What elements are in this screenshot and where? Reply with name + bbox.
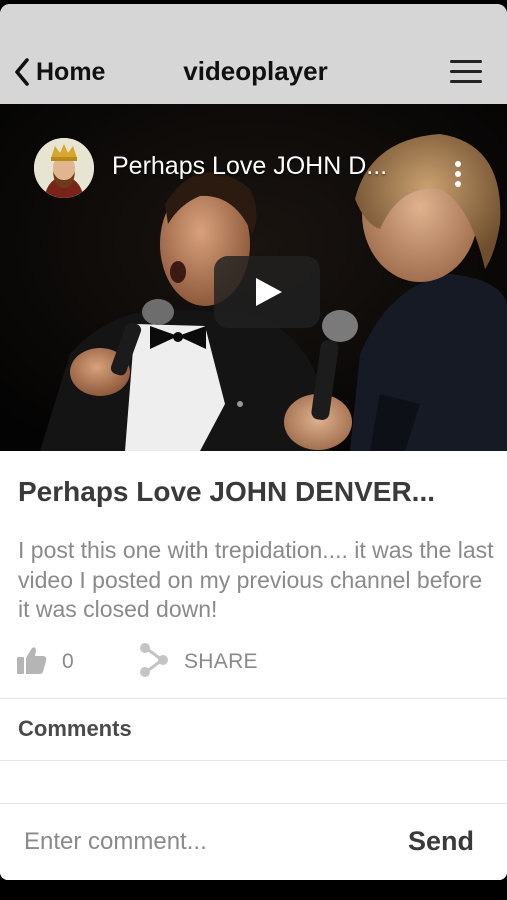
comment-input[interactable] (14, 820, 384, 864)
phone-screen: Home videoplayer Perhaps Love JOHN D... … (0, 0, 507, 900)
vertical-dots-icon (446, 161, 470, 196)
chevron-left-icon (14, 57, 30, 87)
video-description: I post this one with trepidation.... it … (18, 537, 494, 622)
like-count: 0 (62, 650, 74, 673)
video-player[interactable]: Perhaps Love JOHN D... (0, 104, 507, 451)
comment-bar: Send (0, 804, 507, 880)
share-label: SHARE (184, 650, 258, 673)
send-button[interactable]: Send (408, 826, 474, 857)
video-title: Perhaps Love JOHN D... (112, 152, 388, 180)
app-window: Home videoplayer Perhaps Love JOHN D... … (0, 4, 507, 880)
header-bar: Home videoplayer (0, 4, 507, 104)
divider (0, 698, 507, 699)
video-more-button[interactable] (446, 156, 470, 192)
hamburger-menu-icon (448, 60, 484, 92)
video-detail-title: Perhaps Love JOHN DENVER... (18, 476, 436, 507)
comments-heading: Comments (18, 716, 132, 741)
menu-button[interactable] (448, 56, 484, 88)
divider (0, 760, 507, 761)
page-title: videoplayer (183, 56, 328, 86)
thumbs-up-icon (16, 645, 48, 680)
channel-avatar[interactable] (34, 138, 94, 198)
like-button[interactable]: 0 (16, 644, 74, 680)
play-button[interactable] (214, 256, 320, 328)
action-row: 0 SHARE (0, 642, 507, 682)
share-icon (138, 642, 170, 683)
back-button[interactable]: Home (14, 52, 105, 92)
share-button[interactable]: SHARE (138, 642, 258, 682)
back-label: Home (36, 57, 106, 86)
